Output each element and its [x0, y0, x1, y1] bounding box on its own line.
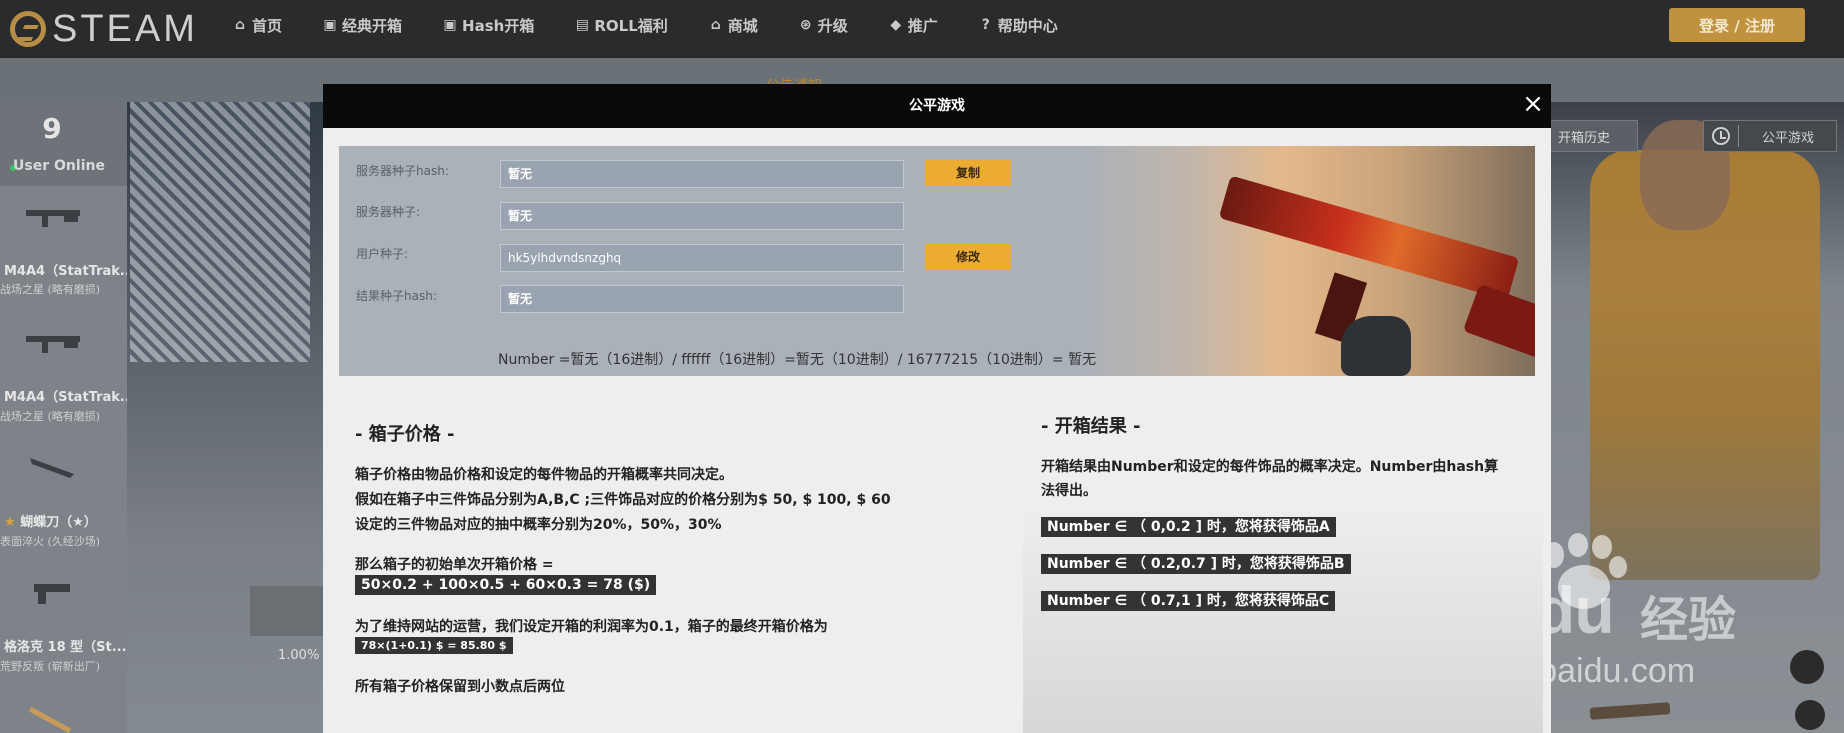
drop-item-name[interactable]: M4A4（StatTrak... — [4, 386, 130, 405]
server-seed-label: 服务器种子: — [356, 205, 421, 219]
drop-knife-icon — [30, 458, 74, 478]
drop-item-name-text: 蝴蝶刀（★） — [20, 515, 97, 530]
nav-roll-label: ROLL福利 — [594, 16, 668, 35]
result-section-title: - 开箱结果 - — [1041, 416, 1141, 437]
nav-roll[interactable]: ▤ ROLL福利 — [574, 15, 668, 36]
home-icon: ⌂ — [234, 17, 246, 33]
result-desc: 法得出。 — [1041, 483, 1097, 499]
nav-shop-label: 商城 — [727, 16, 758, 35]
price-line: 箱子价格由物品价格和设定的每件物品的开箱概率共同决定。 — [355, 467, 733, 483]
modify-button[interactable]: 修改 — [925, 244, 1011, 270]
fair-game-modal: 公平游戏 × 服务器种子hash: 暂无 复制 服务器种子: 暂无 用户种子: … — [323, 84, 1551, 733]
fair-game-button[interactable]: 公平游戏 — [1703, 120, 1837, 152]
drop-pistol-icon — [34, 584, 70, 604]
copy-button[interactable]: 复制 — [925, 160, 1011, 186]
nav-promote-label: 推广 — [907, 16, 938, 35]
result-hash-field[interactable]: 暂无 — [500, 285, 904, 313]
nav-home[interactable]: ⌂ 首页 — [232, 15, 282, 36]
help-icon: ? — [981, 17, 990, 33]
nav-shop[interactable]: ⌂ 商城 — [708, 15, 758, 36]
price-calc-tag: 50×0.2 + 100×0.5 + 60×0.3 = 78 ($) — [355, 575, 657, 595]
price-line: 设定的三件物品对应的抽中概率分别为20%，50%，30% — [355, 517, 722, 533]
number-formula: Number =暂无（16进制）/ ffffff（16进制）=暂无（10进制）/… — [498, 352, 1097, 368]
close-icon[interactable]: × — [1519, 90, 1547, 118]
drop-rifle-icon — [26, 210, 80, 227]
drop-rifle-icon — [26, 336, 80, 353]
nav-classic-open-label: 经典开箱 — [342, 16, 403, 35]
modal-background-art — [1023, 504, 1543, 733]
nav-help[interactable]: ? 帮助中心 — [978, 15, 1058, 36]
drop-knife-icon — [28, 706, 72, 733]
drop-item-sub: 荒野反叛 (崭新出厂) — [0, 660, 101, 673]
user-seed-label: 用户种子: — [356, 247, 409, 261]
hero-scarf-pattern — [130, 102, 310, 362]
drop-item-name[interactable]: ★ 蝴蝶刀（★） — [4, 511, 130, 530]
price-line: 那么箱子的初始单次开箱价格 = — [355, 557, 554, 573]
open-history-label: 开箱历史 — [1557, 130, 1610, 146]
nav-hash-open-label: Hash开箱 — [462, 16, 535, 35]
site-logo[interactable]: STEAM — [10, 6, 198, 52]
nav-classic-open[interactable]: ▣ 经典开箱 — [322, 15, 402, 36]
price-line: 所有箱子价格保留到小数点后两位 — [355, 679, 565, 695]
online-label: User Online — [13, 158, 105, 174]
drop-item-sub: 战场之星 (略有磨损) — [0, 283, 101, 296]
nav-upgrade[interactable]: ⊛ 升级 — [798, 15, 848, 36]
nav-help-label: 帮助中心 — [997, 16, 1058, 35]
hash-icon: ▣ — [443, 17, 457, 33]
spider-badge-icon — [1795, 700, 1825, 730]
nav-home-label: 首页 — [252, 16, 283, 35]
star-icon: ★ — [4, 515, 21, 530]
seed-panel: 服务器种子hash: 暂无 复制 服务器种子: 暂无 用户种子: hk5ylhd… — [339, 146, 1535, 376]
user-seed-field[interactable]: hk5ylhdvndsnzghq — [500, 244, 904, 272]
result-rule-b: Number ∈ （ 0.2,0.7 ] 时，您将获得饰品B — [1041, 554, 1351, 574]
result-rule-c: Number ∈ （ 0.7,1 ] 时，您将获得饰品C — [1041, 591, 1336, 611]
shop-icon: ⌂ — [710, 17, 721, 33]
percent-text: 1.00% — [278, 648, 320, 663]
server-hash-field[interactable]: 暂无 — [500, 160, 904, 188]
result-desc: 开箱结果由Number和设定的每件饰品的概率决定。Number由hash算 — [1041, 459, 1499, 475]
steam-logo-icon — [10, 11, 46, 47]
online-count: 9 — [42, 112, 62, 145]
logo-text: STEAM — [52, 7, 198, 50]
result-rule-a: Number ∈ （ 0,0.2 ] 时，您将获得饰品A — [1041, 517, 1336, 537]
clock-icon — [1712, 127, 1730, 145]
box-icon: ▣ — [323, 17, 337, 33]
result-hash-label: 结果种子hash: — [356, 289, 437, 303]
button-divider — [1738, 125, 1739, 147]
drop-item-sub: 表面淬火 (久经沙场) — [0, 535, 101, 548]
server-hash-label: 服务器种子hash: — [356, 164, 449, 178]
share-icon: ◆ — [890, 17, 902, 33]
drop-item-sub: 战场之星 (略有磨损) — [0, 410, 101, 423]
gloved-hand-artwork — [1341, 316, 1411, 376]
price-section-title: - 箱子价格 - — [355, 424, 455, 445]
price-line: 为了维持网站的运营，我们设定开箱的利润率为0.1，箱子的最终开箱价格为 — [355, 619, 828, 635]
drop-item-name[interactable]: M4A4（StatTrak... — [4, 260, 130, 279]
nav-upgrade-label: 升级 — [817, 16, 848, 35]
drop-item-name[interactable]: 格洛克 18 型（St... — [4, 636, 130, 655]
server-seed-field[interactable]: 暂无 — [500, 202, 904, 230]
main-nav: ⌂ 首页 ▣ 经典开箱 ▣ Hash开箱 ▤ ROLL福利 ⌂ 商城 ⊛ 升级 ◆ 推广 ? 帮… — [232, 0, 1098, 50]
price-line: 假如在箱子中三件饰品分别为A,B,C ;三件饰品对应的价格分别为$ 50, $ … — [355, 492, 891, 508]
gift-icon: ▤ — [575, 17, 589, 33]
nav-hash-open[interactable]: ▣ Hash开箱 — [442, 15, 534, 36]
watermark-brand-cn: 经验 — [1640, 592, 1737, 648]
nav-promote[interactable]: ◆ 推广 — [888, 15, 938, 36]
upgrade-icon: ⊛ — [799, 17, 812, 33]
final-price-tag: 78×(1+0.1) $ = 85.80 $ — [355, 637, 513, 654]
login-register-button[interactable]: 登录 / 注册 — [1669, 8, 1805, 42]
fair-game-label: 公平游戏 — [1762, 130, 1815, 146]
modal-title: 公平游戏 — [909, 98, 965, 114]
spider-badge-icon — [1790, 650, 1824, 684]
